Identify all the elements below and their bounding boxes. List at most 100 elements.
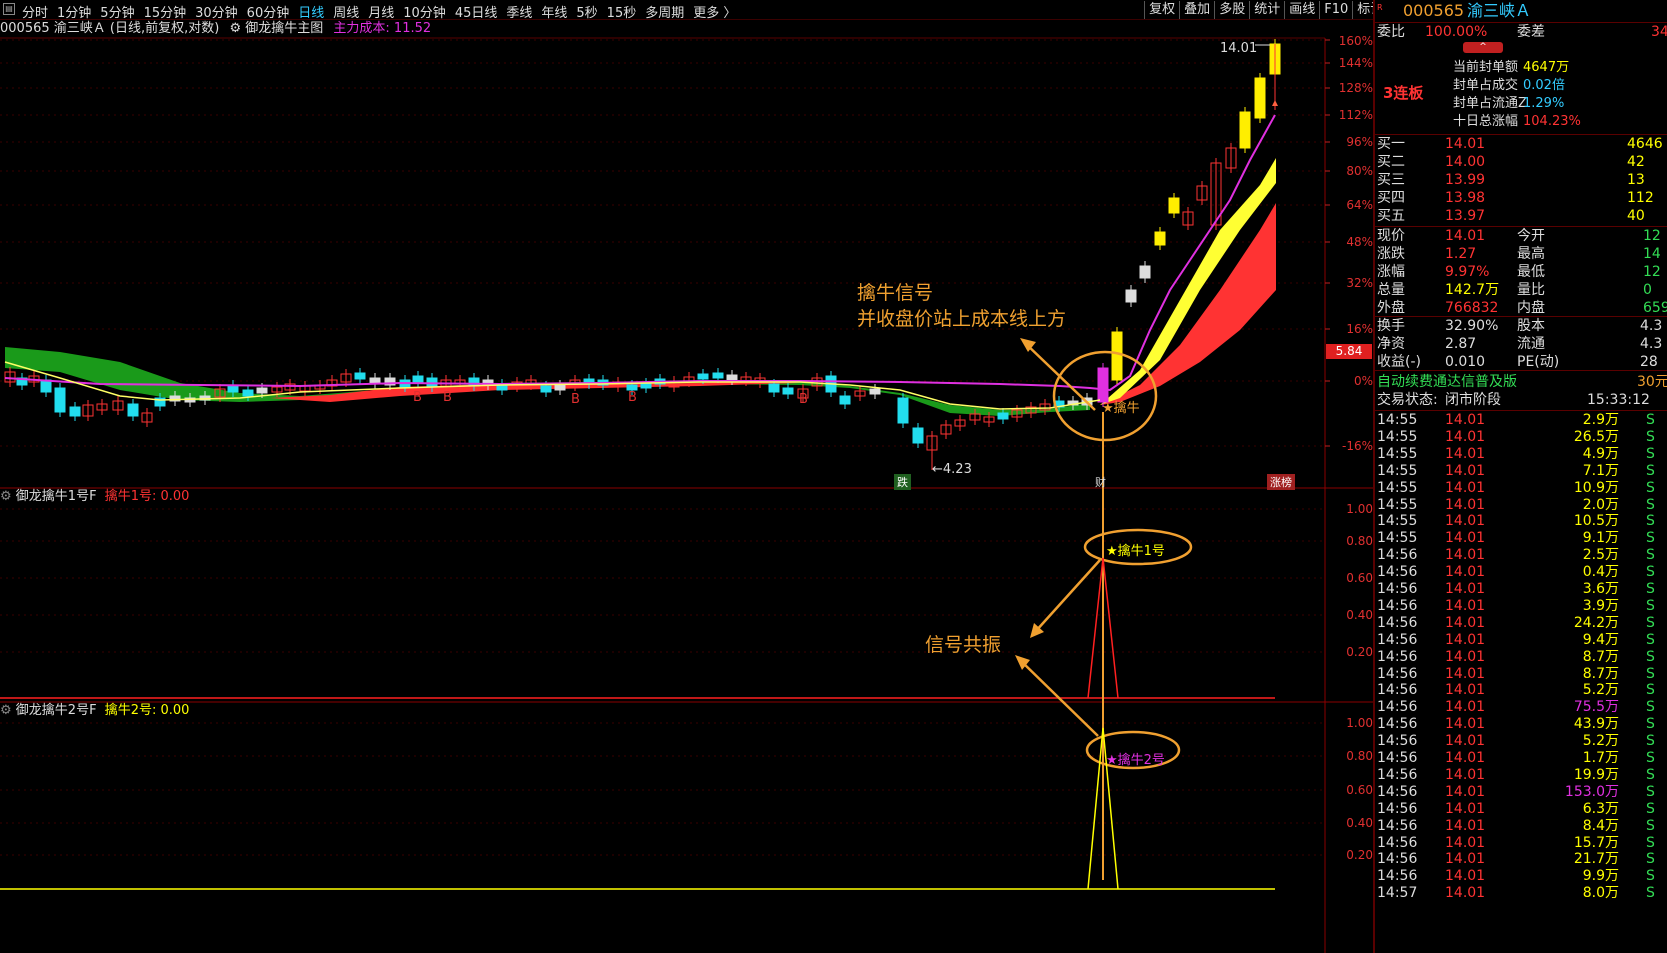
promo-price[interactable]: 30元 <box>1637 374 1667 391</box>
tick-price: 14.01 <box>1445 479 1486 496</box>
panel-divider <box>1375 370 1667 371</box>
period-tab[interactable]: 日线 <box>298 2 324 19</box>
tick-time: 14:56 <box>1377 817 1418 834</box>
bid-row[interactable]: 买一 14.01 4646 <box>1375 136 1667 153</box>
tick-side: S <box>1646 412 1655 428</box>
axis-label: 64% <box>1346 198 1373 212</box>
kline-chart[interactable] <box>0 20 1410 953</box>
bid-row[interactable]: 买二 14.00 42 <box>1375 154 1667 171</box>
tick-price: 14.01 <box>1445 834 1486 851</box>
indicator2-title[interactable]: ⚙ 御龙擒牛2号F 擒牛2号: 0.00 <box>0 703 189 719</box>
period-tab[interactable]: 年线 <box>541 2 567 19</box>
candle-body <box>1139 265 1151 279</box>
quote-row: 外盘 766832 内盘 659 <box>1375 300 1667 317</box>
bid-label: 买五 <box>1377 208 1405 224</box>
tick-side: S <box>1646 530 1655 547</box>
indicator2-gear-icon[interactable]: ⚙ <box>0 703 12 718</box>
tool-button[interactable]: 复权 <box>1144 1 1179 19</box>
bid-row[interactable]: 买五 13.97 40 <box>1375 208 1667 225</box>
b-marker: B <box>628 390 637 405</box>
quote-label: 最高 <box>1517 246 1545 262</box>
tick-volume: 21.7万 <box>1573 851 1619 868</box>
tool-button[interactable]: 多股 <box>1214 1 1249 19</box>
period-tab[interactable]: 分时 <box>22 2 48 19</box>
promo-row[interactable]: 自动续费通达信普及版 30元 <box>1375 374 1667 391</box>
ind1-mark: ★擒牛1号 <box>1106 544 1165 559</box>
period-tab[interactable]: 5秒 <box>576 2 597 19</box>
candle-body <box>712 372 724 379</box>
candle-body <box>869 388 881 395</box>
tick-time: 14:55 <box>1377 496 1418 513</box>
quote-label: 外盘 <box>1377 300 1405 316</box>
candle-body <box>412 375 424 384</box>
collapse-button[interactable]: ^ <box>1463 42 1503 53</box>
stat-label: 当前封单额 <box>1453 60 1519 75</box>
period-tab[interactable]: 周线 <box>333 2 359 19</box>
tick-row: 14:56 14.01 0.4万 S <box>1375 564 1667 581</box>
tick-volume: 26.5万 <box>1573 428 1619 445</box>
tick-volume: 15.7万 <box>1573 834 1619 851</box>
period-tab[interactable]: 15秒 <box>607 2 637 19</box>
tick-side: S <box>1646 716 1655 733</box>
finance-label: 股本 <box>1517 318 1545 334</box>
r-icon: R <box>1377 3 1383 12</box>
tool-button[interactable]: 叠加 <box>1179 1 1214 19</box>
tool-button[interactable]: 画线 <box>1284 1 1319 19</box>
axis-label: 0.40 <box>1346 608 1373 622</box>
quote-value: 1.27 <box>1445 246 1477 262</box>
period-tab[interactable]: 30分钟 <box>195 2 238 19</box>
tick-volume: 5.2万 <box>1582 733 1619 750</box>
indicator2-name: 御龙擒牛2号F <box>15 703 97 718</box>
candle-body <box>726 374 738 381</box>
period-tab[interactable]: 45日线 <box>455 2 498 19</box>
tick-volume: 8.7万 <box>1582 665 1619 682</box>
tick-row: 14:55 14.01 7.1万 S <box>1375 463 1667 480</box>
indicator1-value: 擒牛1号: 0.00 <box>104 489 190 504</box>
tick-row: 14:56 14.01 43.9万 S <box>1375 716 1667 733</box>
promo-text[interactable]: 自动续费通达信普及版 <box>1377 374 1517 391</box>
period-tab[interactable]: 月线 <box>368 2 394 19</box>
bid-row[interactable]: 买四 13.98 112 <box>1375 190 1667 207</box>
stock-chart-app: ▤ 分时 1分钟 5分钟 15分钟 30分钟 60分钟 日线 周线 月线 10分钟 45日线 季线 年线… <box>0 0 1667 953</box>
period-tab[interactable]: 1分钟 <box>57 2 91 19</box>
tick-volume: 7.1万 <box>1582 462 1619 479</box>
candle-body <box>1254 77 1266 119</box>
period-tab[interactable]: 季线 <box>506 2 532 19</box>
tag-die: 跌 <box>894 474 911 490</box>
indicator1-name: 御龙擒牛1号F <box>15 489 97 504</box>
period-tab[interactable]: 5分钟 <box>100 2 134 19</box>
tool-button[interactable]: 统计 <box>1249 1 1284 19</box>
bid-row[interactable]: 买三 13.99 13 <box>1375 172 1667 189</box>
indicator1-gear-icon[interactable]: ⚙ <box>0 489 12 504</box>
period-tab[interactable]: 15分钟 <box>144 2 187 19</box>
finance-row: 净资 2.87 流通 4.3 <box>1375 336 1667 353</box>
indicator1-title[interactable]: ⚙ 御龙擒牛1号F 擒牛1号: 0.00 <box>0 489 189 505</box>
tick-price: 14.01 <box>1445 547 1486 564</box>
stat-label: 封单占成交 <box>1453 78 1519 93</box>
tick-side: S <box>1646 834 1655 851</box>
quote-label: 涨跌 <box>1377 246 1405 262</box>
tick-price: 14.01 <box>1445 750 1486 766</box>
tool-button[interactable]: F10 <box>1319 1 1352 19</box>
period-tab[interactable]: 多周期 <box>645 2 684 19</box>
tick-side: S <box>1646 513 1655 530</box>
period-tab[interactable]: 60分钟 <box>247 2 290 19</box>
stat-value: 104.23% <box>1523 114 1581 129</box>
stock-code[interactable]: 000565 <box>1403 1 1464 21</box>
status-time: 15:33:12 <box>1587 392 1650 408</box>
period-tab[interactable]: 更多 〉 <box>693 2 736 19</box>
tick-volume: 19.9万 <box>1573 766 1619 783</box>
candle-body <box>69 406 81 417</box>
menu-icon[interactable]: ▤ <box>3 3 15 15</box>
tick-side: S <box>1646 428 1655 445</box>
period-tab[interactable]: 10分钟 <box>403 2 446 19</box>
quote-value: 0 <box>1643 282 1652 298</box>
stock-name[interactable]: 渝三峡Ａ <box>1467 1 1531 21</box>
tick-price: 14.01 <box>1445 868 1486 885</box>
tick-time: 14:55 <box>1377 513 1418 530</box>
tick-price: 14.01 <box>1445 564 1486 581</box>
weicha-label: 委差 <box>1517 24 1545 40</box>
stat-value: 4647万 <box>1523 60 1570 75</box>
tick-side: S <box>1646 631 1655 648</box>
chart-grid <box>0 37 1410 953</box>
